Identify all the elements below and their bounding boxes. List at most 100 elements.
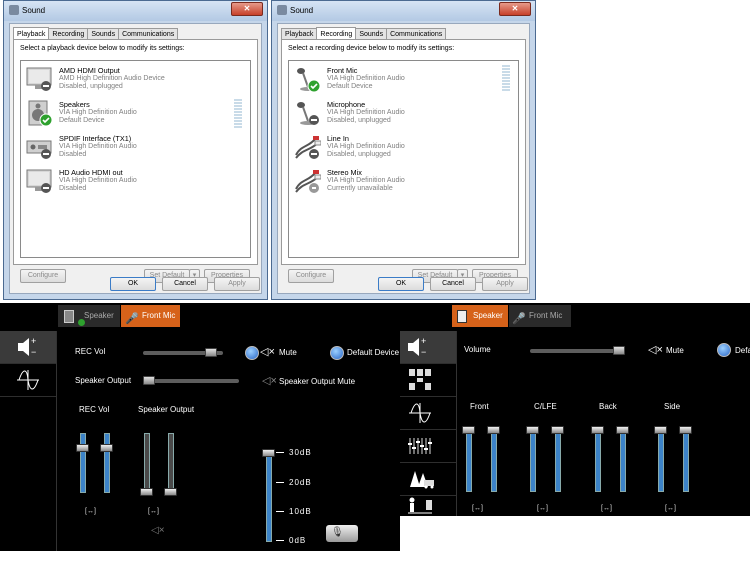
list-item[interactable]: SPDIF Interface (TX1) VIA High Definitio… xyxy=(21,131,250,165)
volume-slider[interactable] xyxy=(530,349,624,353)
title-bar[interactable]: Sound ✕ xyxy=(4,1,267,21)
mute-icon[interactable]: ◁× xyxy=(260,345,275,358)
room-correction-sidebar-button[interactable] xyxy=(400,496,456,528)
equalizer-sidebar-button[interactable] xyxy=(400,430,456,463)
playback-sound-window: Sound ✕ Playback Recording Sounds Communica… xyxy=(3,0,268,300)
front-left-slider[interactable] xyxy=(466,428,472,492)
close-button[interactable]: ✕ xyxy=(499,2,531,16)
tab-speaker[interactable]: Speaker xyxy=(58,305,120,327)
back-left-knob[interactable] xyxy=(591,426,604,434)
device-driver: VIA High Definition Audio xyxy=(327,75,405,82)
rca-cable-icon xyxy=(295,136,321,159)
front-right-knob[interactable] xyxy=(487,426,500,434)
clfe-right-slider[interactable] xyxy=(555,428,561,492)
device-driver: VIA High Definition Audio xyxy=(327,143,405,150)
channel-link-icon[interactable]: [↔] xyxy=(601,505,612,512)
list-item[interactable]: Speakers VIA High Definition Audio Defau… xyxy=(21,97,250,131)
window-title: Sound xyxy=(22,6,46,15)
tab-front-mic[interactable]: 🎤 Front Mic xyxy=(121,305,180,327)
configure-button[interactable]: Configure xyxy=(288,269,334,283)
microphone-icon: 🎙 xyxy=(331,527,344,538)
speaker-output-left-knob[interactable] xyxy=(140,488,153,496)
tab-speaker[interactable]: Speaker xyxy=(452,305,508,327)
volume-sidebar-button[interactable]: + − xyxy=(400,331,456,364)
tab-front-mic[interactable]: 🎤 Front Mic xyxy=(509,305,571,327)
apply-button[interactable]: Apply xyxy=(482,277,528,291)
speaker-config-sidebar-button[interactable] xyxy=(400,364,456,397)
effects-sidebar-button[interactable] xyxy=(0,364,56,397)
boost-tick xyxy=(276,482,284,483)
speaker-output-right-slider[interactable] xyxy=(168,433,174,493)
default-device-radio[interactable] xyxy=(330,346,344,360)
device-status: Disabled, unplugged xyxy=(327,151,391,158)
channel-link-icon[interactable]: [↔] xyxy=(665,505,676,512)
apply-button[interactable]: Apply xyxy=(214,277,260,291)
rec-vol-knob[interactable] xyxy=(205,348,217,357)
list-item[interactable]: AMD HDMI Output AMD High Definition Audi… xyxy=(21,63,250,97)
close-button[interactable]: ✕ xyxy=(231,2,263,16)
ok-button[interactable]: OK xyxy=(378,277,424,291)
rec-vol-right-slider[interactable] xyxy=(104,433,110,493)
back-left-slider[interactable] xyxy=(595,428,601,492)
channel-label-back: Back xyxy=(599,402,617,411)
front-right-slider[interactable] xyxy=(491,428,497,492)
title-bar[interactable]: Sound ✕ xyxy=(272,1,535,21)
channel-link-icon[interactable]: [↔] xyxy=(537,505,548,512)
list-item[interactable]: Front Mic VIA High Definition Audio Defa… xyxy=(289,63,518,97)
device-name: HD Audio HDMI out xyxy=(59,168,123,177)
list-item[interactable]: Stereo Mix VIA High Definition Audio Cur… xyxy=(289,165,518,199)
ok-button[interactable]: OK xyxy=(110,277,156,291)
back-right-slider[interactable] xyxy=(620,428,626,492)
rec-vol-label: REC Vol xyxy=(75,347,106,356)
device-status: Currently unavailable xyxy=(327,185,393,192)
speaker-output-knob[interactable] xyxy=(143,376,155,385)
speaker-output-right-knob[interactable] xyxy=(164,488,177,496)
speaker-output-mute-icon[interactable]: ◁× xyxy=(262,374,277,387)
device-driver: VIA High Definition Audio xyxy=(59,109,137,116)
front-left-knob[interactable] xyxy=(462,426,475,434)
device-list[interactable]: AMD HDMI Output AMD High Definition Audi… xyxy=(20,60,251,258)
volume-knob[interactable] xyxy=(613,346,625,355)
channel-link-icon[interactable]: [↔] xyxy=(148,508,159,515)
side-left-knob[interactable] xyxy=(654,426,667,434)
configure-button[interactable]: Configure xyxy=(20,269,66,283)
clfe-right-knob[interactable] xyxy=(551,426,564,434)
back-right-knob[interactable] xyxy=(616,426,629,434)
channel-label-front: Front xyxy=(470,402,489,411)
side-right-knob[interactable] xyxy=(679,426,692,434)
volume-sidebar-button[interactable]: + − xyxy=(0,331,56,364)
tab-strip: Playback Recording Sounds Communications xyxy=(13,26,179,41)
mic-boost-slider[interactable] xyxy=(266,452,272,542)
default-device-radio[interactable] xyxy=(717,343,731,357)
rec-vol-right-knob[interactable] xyxy=(100,444,113,452)
mute-radio[interactable] xyxy=(245,346,259,360)
mic-boost-knob[interactable] xyxy=(262,449,275,457)
clfe-left-knob[interactable] xyxy=(526,426,539,434)
check-icon xyxy=(78,319,85,326)
channel-link-icon[interactable]: [↔] xyxy=(85,508,96,515)
speaker-output-left-slider[interactable] xyxy=(144,433,150,493)
rec-vol-column-label: REC Vol xyxy=(79,405,110,414)
device-list[interactable]: Front Mic VIA High Definition Audio Defa… xyxy=(288,60,519,258)
mute-icon[interactable]: ◁× xyxy=(648,343,663,356)
environment-sidebar-button[interactable] xyxy=(400,463,456,496)
list-item[interactable]: Line In VIA High Definition Audio Disabl… xyxy=(289,131,518,165)
tab-label: Front Mic xyxy=(142,311,176,320)
boost-label-0db: 0dB xyxy=(289,536,307,545)
cancel-button[interactable]: Cancel xyxy=(430,277,476,291)
cancel-button[interactable]: Cancel xyxy=(162,277,208,291)
microphone-icon xyxy=(297,102,319,125)
side-left-slider[interactable] xyxy=(658,428,664,492)
channel-link-icon[interactable]: [↔] xyxy=(472,505,483,512)
list-item[interactable]: HD Audio HDMI out VIA High Definition Au… xyxy=(21,165,250,199)
speaker-mute-icon[interactable]: ◁× xyxy=(151,525,165,536)
mic-settings-button[interactable]: 🎙 xyxy=(326,525,358,542)
side-right-slider[interactable] xyxy=(683,428,689,492)
list-item[interactable]: Microphone VIA High Definition Audio Dis… xyxy=(289,97,518,131)
speaker-output-slider[interactable] xyxy=(143,379,239,383)
effects-sidebar-button[interactable] xyxy=(400,397,456,430)
boost-tick xyxy=(276,540,284,541)
rec-vol-left-slider[interactable] xyxy=(80,433,86,493)
clfe-left-slider[interactable] xyxy=(530,428,536,492)
rec-vol-left-knob[interactable] xyxy=(76,444,89,452)
